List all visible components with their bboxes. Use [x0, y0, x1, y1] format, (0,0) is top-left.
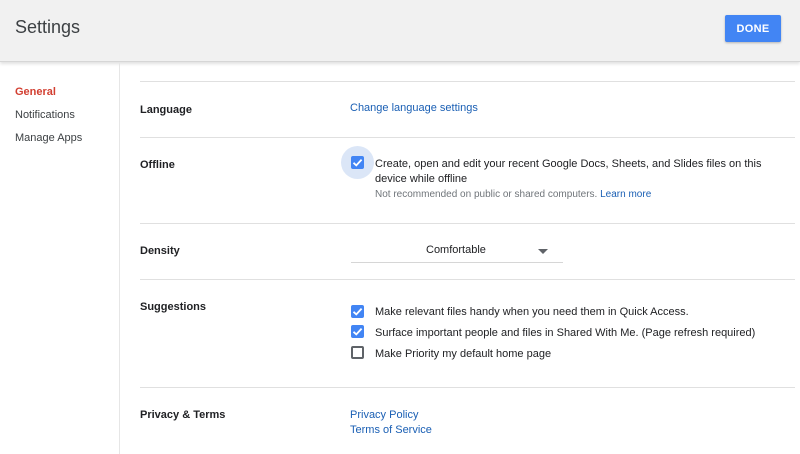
divider	[140, 279, 795, 280]
offline-checkbox[interactable]	[351, 156, 364, 169]
change-language-link[interactable]: Change language settings	[350, 102, 478, 114]
check-icon	[352, 327, 363, 336]
divider	[140, 137, 795, 138]
priority-home-checkbox[interactable]	[351, 346, 364, 359]
divider	[140, 81, 795, 82]
sidebar-item-notifications[interactable]: Notifications	[15, 109, 75, 121]
offline-label: Offline	[140, 159, 175, 171]
language-label: Language	[140, 104, 192, 116]
check-icon	[352, 307, 363, 316]
offline-note-text: Not recommended on public or shared comp…	[375, 189, 598, 200]
privacy-policy-link[interactable]: Privacy Policy	[350, 409, 418, 421]
sidebar: General Notifications Manage Apps	[0, 63, 120, 454]
page-title: Settings	[15, 17, 81, 37]
shared-with-me-checkbox[interactable]	[351, 325, 364, 338]
sidebar-item-manage-apps[interactable]: Manage Apps	[15, 132, 82, 144]
quick-access-checkbox[interactable]	[351, 305, 364, 318]
offline-description-line2: device while offline	[375, 173, 468, 185]
done-button[interactable]: DONE	[725, 15, 781, 42]
density-label: Density	[140, 245, 180, 257]
settings-main: Language Change language settings Offlin…	[121, 63, 800, 454]
privacy-label: Privacy & Terms	[140, 409, 226, 421]
header: Settings DONE	[0, 0, 800, 62]
offline-note: Not recommended on public or shared comp…	[375, 189, 651, 200]
density-select[interactable]: Comfortable	[351, 239, 563, 263]
quick-access-text: Make relevant files handy when you need …	[375, 306, 689, 318]
suggestions-label: Suggestions	[140, 301, 207, 313]
offline-description-line1: Create, open and edit your recent Google…	[375, 158, 762, 170]
chevron-down-icon	[538, 249, 548, 254]
sidebar-item-general[interactable]: General	[15, 86, 56, 98]
priority-home-text: Make Priority my default home page	[375, 348, 552, 360]
divider	[140, 223, 795, 224]
terms-of-service-link[interactable]: Terms of Service	[350, 424, 432, 436]
divider	[140, 387, 795, 388]
density-value: Comfortable	[426, 244, 486, 256]
check-icon	[352, 158, 363, 167]
shared-with-me-text: Surface important people and files in Sh…	[375, 327, 756, 339]
learn-more-link[interactable]: Learn more	[600, 189, 651, 200]
